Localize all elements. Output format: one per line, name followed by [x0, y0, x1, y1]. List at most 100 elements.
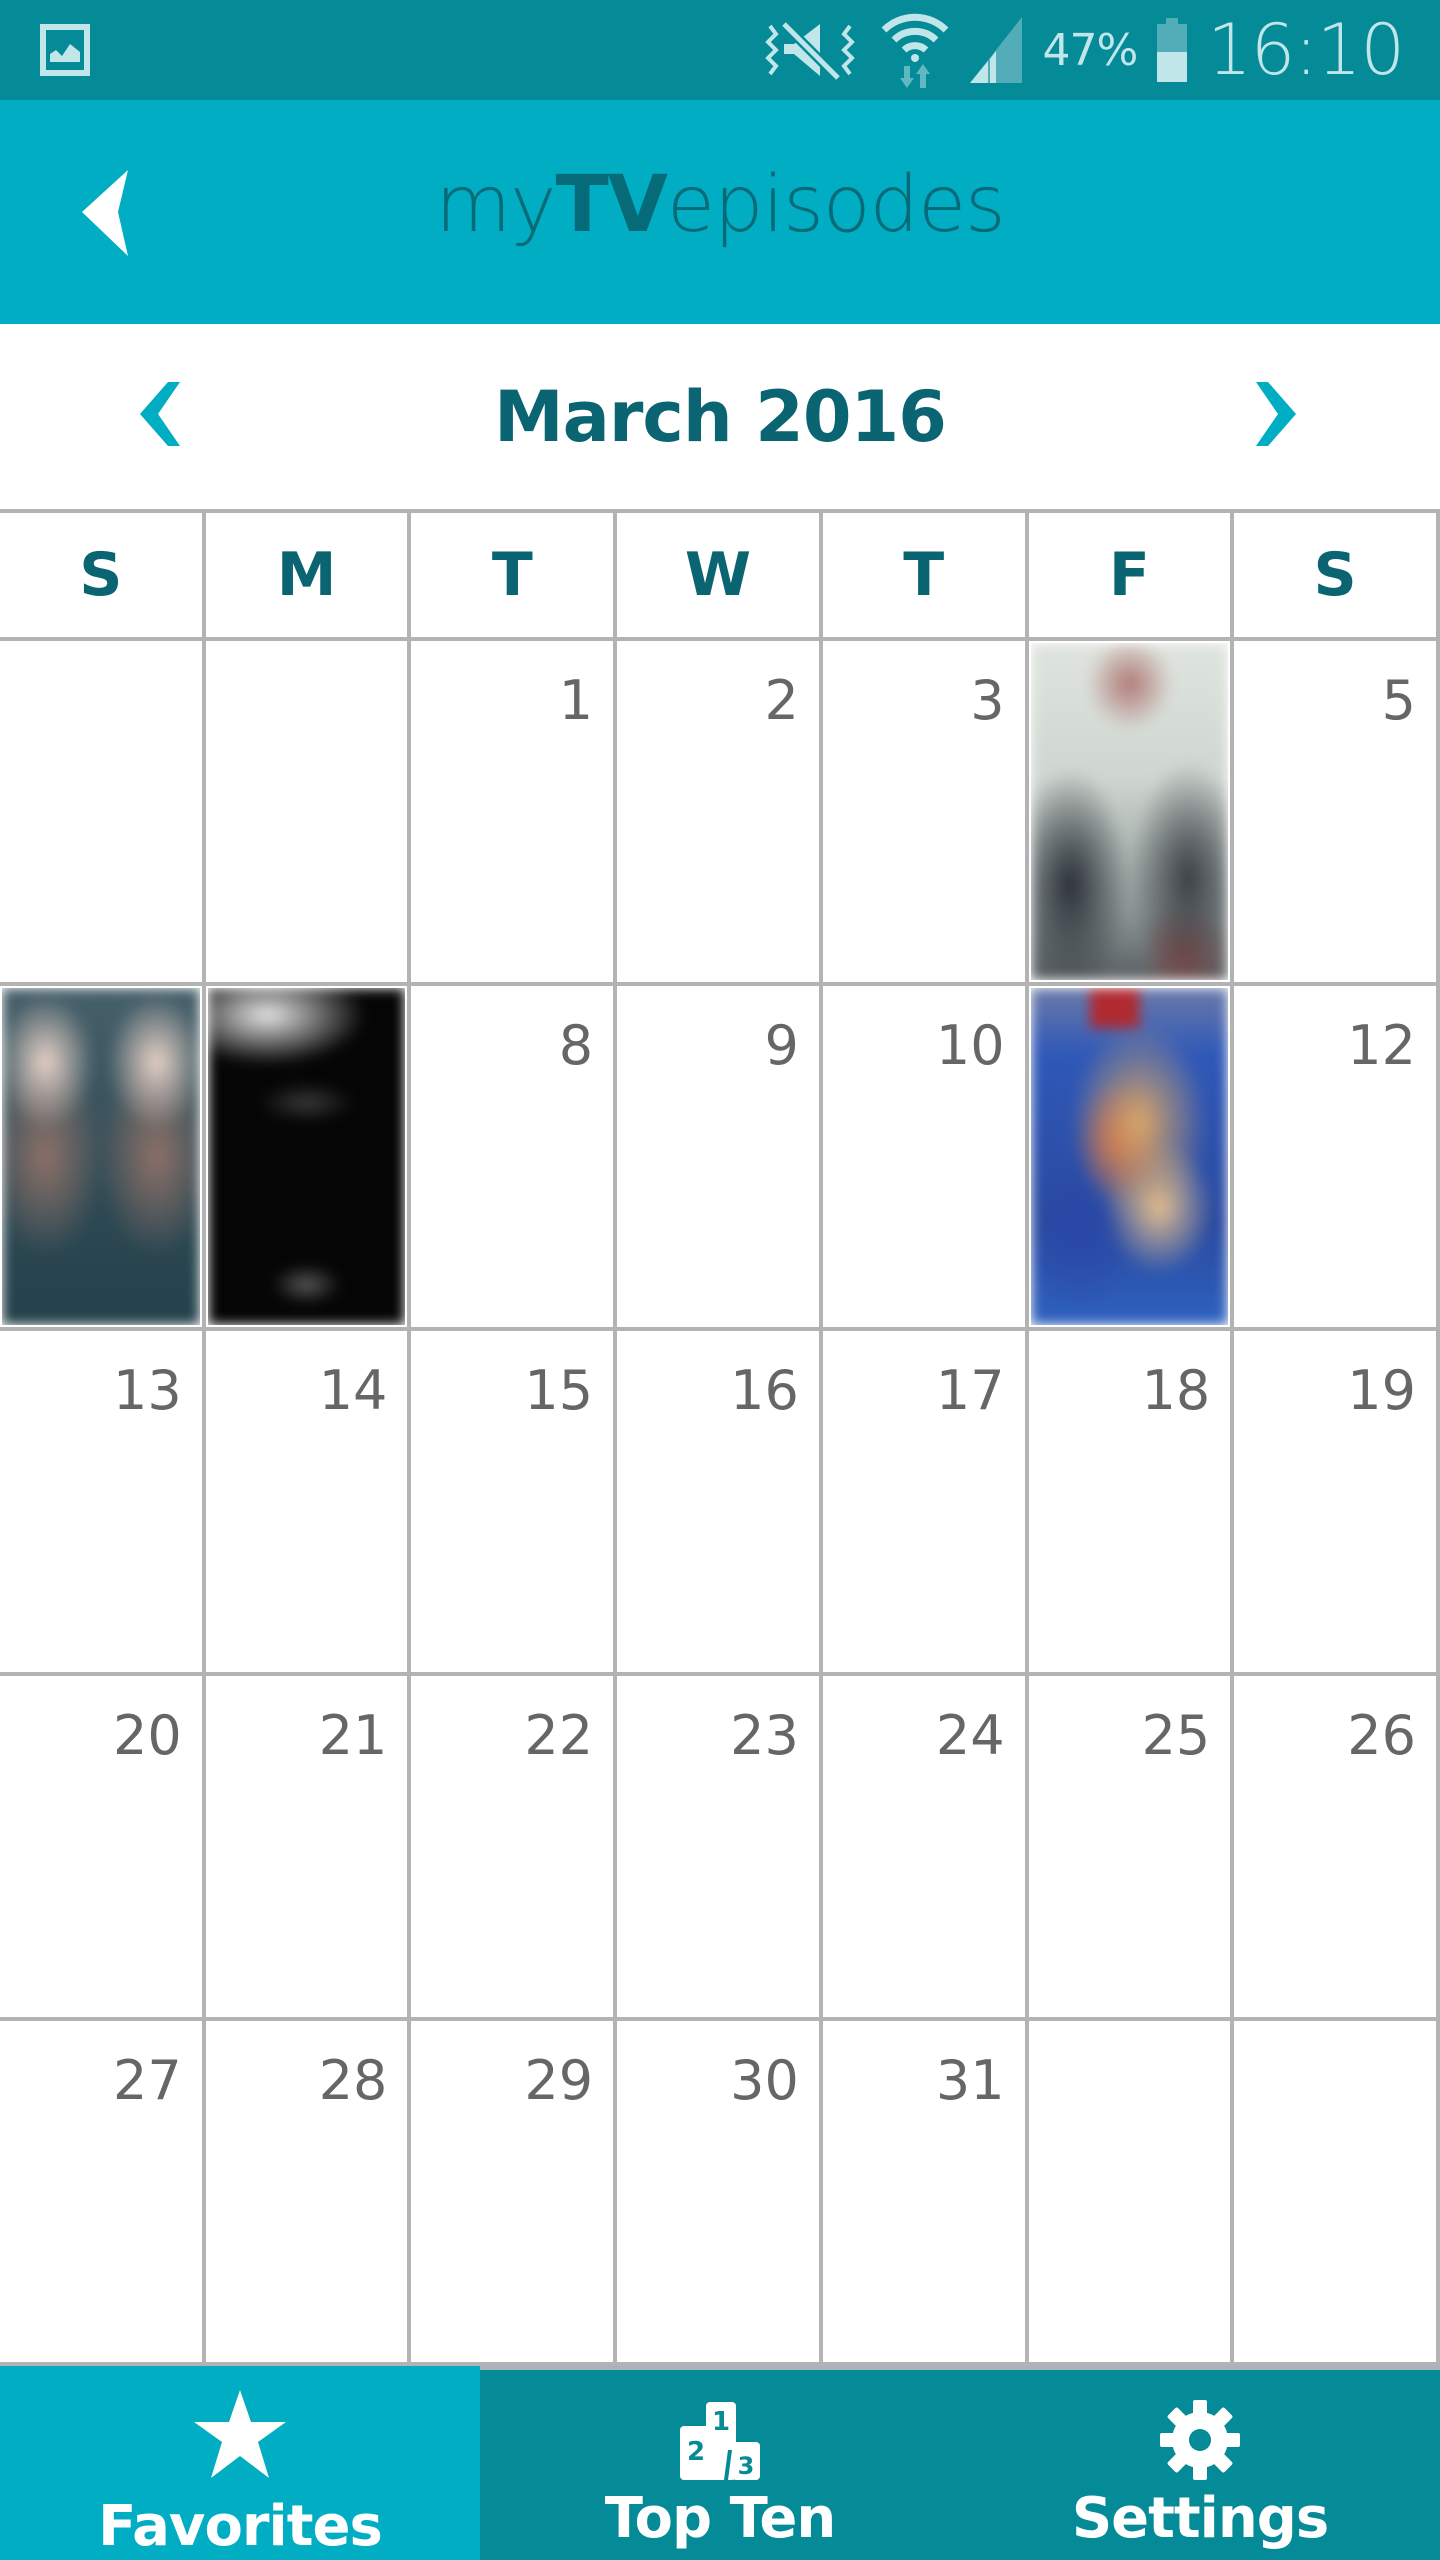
svg-text:1: 1 [712, 2407, 730, 2437]
calendar-day-14[interactable]: 14 [205, 1331, 412, 1672]
status-bar: 47% 16:10 [0, 0, 1440, 100]
tab-icon-wrap: 2 1 3 [680, 2380, 760, 2480]
weekday-label: S [0, 513, 206, 637]
battery-icon [1157, 18, 1188, 82]
day-number: 13 [112, 1359, 182, 1422]
calendar-day-13[interactable]: 13 [0, 1331, 206, 1672]
gear-icon [1160, 2400, 1240, 2480]
tab-favorites[interactable]: Favorites [0, 2366, 480, 2560]
calendar-day-8[interactable]: 8 [411, 986, 618, 1327]
calendar-day-28[interactable]: 28 [205, 2021, 412, 2362]
tab-icon-wrap [192, 2380, 288, 2480]
episode-poster-image [2, 988, 200, 1325]
day-number: 25 [1141, 1704, 1211, 1767]
calendar-day-1[interactable]: 1 [411, 641, 618, 982]
day-number: 8 [558, 1014, 594, 1077]
calendar-day-5[interactable]: 5 [1234, 641, 1440, 982]
calendar-day-23[interactable]: 23 [617, 1676, 823, 2017]
calendar-weeks: 1 2 3 5 8 9 10 12 13 14 15 16 17 18 19 20 21 22 23 24 25 26 27… [0, 641, 1440, 2366]
calendar-day-29[interactable]: 29 [411, 2021, 618, 2362]
weekday-label: S [1234, 513, 1440, 637]
calendar-day-3[interactable]: 3 [822, 641, 1029, 982]
weekday-label: W [617, 513, 823, 637]
calendar-day-empty [0, 641, 206, 982]
calendar-week-row: 1 2 3 5 [0, 641, 1440, 986]
episode-poster-image [207, 988, 406, 1325]
episode-poster-image [1030, 988, 1229, 1325]
svg-text:2: 2 [687, 2437, 705, 2467]
episode-poster[interactable] [2, 988, 200, 1325]
calendar-day-30[interactable]: 30 [617, 2021, 823, 2362]
calendar-day-27[interactable]: 27 [0, 2021, 206, 2362]
calendar-day-15[interactable]: 15 [411, 1331, 618, 1672]
tab-settings[interactable]: Settings [960, 2366, 1440, 2560]
weekday-label: T [823, 513, 1029, 637]
svg-text:3: 3 [738, 2452, 755, 2480]
day-number: 15 [524, 1359, 594, 1422]
day-number: 20 [112, 1704, 182, 1767]
calendar-day-9[interactable]: 9 [617, 986, 823, 1327]
day-number: 30 [730, 2049, 799, 2112]
signal-icon [970, 17, 1023, 83]
calendar-day-20[interactable]: 20 [0, 1676, 206, 2017]
tab-label: Settings [1071, 2486, 1329, 2551]
day-number: 14 [318, 1359, 388, 1422]
episode-poster-image [1030, 643, 1229, 980]
day-number: 5 [1381, 669, 1416, 732]
calendar-day-empty [1234, 2021, 1440, 2362]
day-number: 22 [524, 1704, 594, 1767]
day-number: 2 [764, 669, 799, 732]
calendar-day-19[interactable]: 19 [1234, 1331, 1440, 1672]
bottom-navigation: Favorites 2 1 3 Top Ten Settings [0, 2366, 1440, 2560]
month-title: March 2016 [0, 376, 1440, 458]
calendar-week-row: 8 9 10 12 [0, 986, 1440, 1331]
day-number: 24 [935, 1704, 1005, 1767]
calendar-day-25[interactable]: 25 [1028, 1676, 1235, 2017]
calendar-week-row: 13 14 15 16 17 18 19 [0, 1331, 1440, 1676]
day-number: 10 [935, 1014, 1005, 1077]
day-number: 1 [558, 669, 594, 732]
next-month-button[interactable] [1236, 374, 1316, 454]
month-navigation: March 2016 [0, 324, 1440, 509]
calendar-day-24[interactable]: 24 [822, 1676, 1029, 2017]
wifi-icon [882, 13, 949, 88]
episode-poster[interactable] [1030, 988, 1229, 1325]
calendar-day-26[interactable]: 26 [1234, 1676, 1440, 2017]
calendar-day-4[interactable] [1028, 641, 1235, 982]
star-icon [194, 2390, 286, 2478]
tab-label: Top Ten [604, 2486, 836, 2551]
calendar-day-empty [205, 641, 412, 982]
episode-poster[interactable] [207, 988, 406, 1325]
calendar-day-12[interactable]: 12 [1234, 986, 1440, 1327]
day-number: 9 [764, 1014, 799, 1077]
tab-top-ten[interactable]: 2 1 3 Top Ten [480, 2366, 960, 2560]
day-number: 28 [318, 2049, 388, 2112]
logo-episodes: episodes [667, 160, 1006, 250]
calendar-day-7[interactable] [205, 986, 412, 1327]
calendar-day-31[interactable]: 31 [822, 2021, 1029, 2362]
gallery-icon [40, 24, 90, 76]
calendar-day-2[interactable]: 2 [617, 641, 823, 982]
battery-percent: 47% [1042, 24, 1138, 76]
calendar-day-18[interactable]: 18 [1028, 1331, 1235, 1672]
calendar-day-6[interactable] [0, 986, 206, 1327]
app-bar: myTVepisodes [0, 100, 1440, 324]
day-number: 29 [524, 2049, 594, 2112]
chevron-right-icon [1256, 382, 1296, 446]
logo-tv: TV [555, 160, 668, 250]
calendar-day-16[interactable]: 16 [617, 1331, 823, 1672]
episode-poster[interactable] [1030, 643, 1229, 980]
logo-my: my [435, 160, 556, 250]
podium-icon: 2 1 3 [680, 2402, 760, 2480]
weekday-label: T [411, 513, 618, 637]
calendar-grid: S M T W T F S 1 2 3 5 8 9 10 12 13 14 15 16 17 18 19 20… [0, 509, 1440, 2366]
calendar-day-21[interactable]: 21 [205, 1676, 412, 2017]
day-number: 18 [1141, 1359, 1211, 1422]
day-number: 31 [935, 2049, 1005, 2112]
tab-label: Favorites [98, 2494, 383, 2559]
calendar-day-11[interactable] [1028, 986, 1235, 1327]
day-number: 17 [935, 1359, 1005, 1422]
calendar-day-10[interactable]: 10 [822, 986, 1029, 1327]
calendar-day-17[interactable]: 17 [822, 1331, 1029, 1672]
calendar-day-22[interactable]: 22 [411, 1676, 618, 2017]
